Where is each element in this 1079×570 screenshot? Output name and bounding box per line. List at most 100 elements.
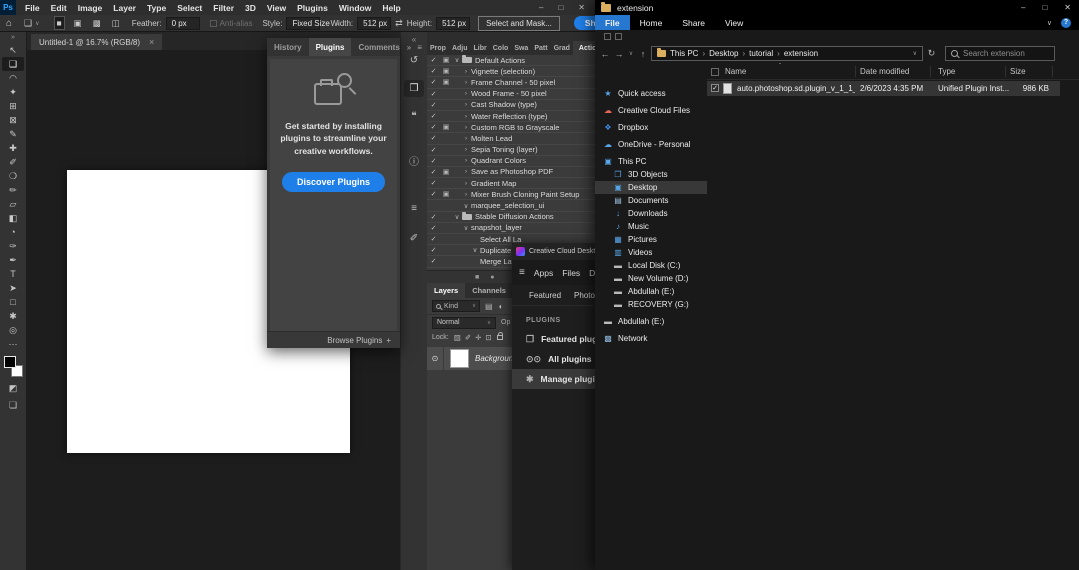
tab-layers[interactable]: Layers — [427, 283, 465, 298]
action-dialog-toggle-icon[interactable]: ▣ — [440, 168, 452, 176]
brush-tool[interactable]: ✐ — [2, 155, 24, 169]
action-row[interactable]: ✓▣›Custom RGB to Grayscale — [427, 122, 595, 133]
screen-mode-button[interactable]: ❏ — [9, 400, 17, 411]
action-caret-icon[interactable]: › — [461, 90, 471, 97]
hamburger-menu-icon[interactable]: ≡ — [519, 267, 525, 278]
action-caret-icon[interactable]: › — [461, 68, 471, 75]
tab-channels[interactable]: Channels — [465, 283, 513, 298]
menu-edit[interactable]: Edit — [51, 3, 67, 13]
action-caret-icon[interactable]: › — [461, 180, 471, 187]
maximize-button[interactable]: □ — [558, 3, 563, 12]
cc-item-all-plugins[interactable]: ⊙⊙All plugins — [512, 349, 595, 369]
action-caret-icon[interactable]: › — [461, 191, 471, 198]
ribbon-tab-home[interactable]: Home — [630, 15, 673, 30]
browse-plugins-button[interactable]: Browse Plugins + — [267, 331, 400, 348]
height-input[interactable]: 512 px — [436, 17, 470, 30]
action-checkbox-icon[interactable]: ✓ — [427, 179, 440, 187]
action-checkbox-icon[interactable]: ✓ — [427, 246, 440, 254]
color-swatches[interactable] — [4, 356, 23, 377]
action-dialog-toggle-icon[interactable]: ▣ — [440, 190, 452, 198]
action-checkbox-icon[interactable]: ✓ — [427, 90, 440, 98]
action-caret-icon[interactable]: ∨ — [452, 213, 462, 221]
properties-icon[interactable] — [604, 33, 611, 40]
action-checkbox-icon[interactable]: ✓ — [427, 213, 440, 221]
select-and-mask-button[interactable]: Select and Mask... — [478, 16, 560, 31]
menu-layer[interactable]: Layer — [113, 3, 136, 13]
properties-panel-icon[interactable]: ≡ — [404, 200, 424, 217]
action-row[interactable]: ✓›Quadrant Colors — [427, 156, 595, 167]
panel-overflow-icon[interactable]: » — [407, 43, 411, 52]
action-dialog-toggle-icon[interactable]: ▣ — [440, 78, 452, 86]
ribbon-collapse-icon[interactable]: ∨ — [1047, 19, 1052, 27]
minimize-button[interactable]: – — [1021, 3, 1025, 12]
address-bar[interactable]: This PC›Desktop›tutorial›extension ∨ — [651, 46, 923, 61]
menu-help[interactable]: Help — [382, 3, 400, 13]
comments-panel-icon[interactable]: ❝ — [404, 108, 424, 125]
rectangle-tool[interactable]: □ — [2, 295, 24, 309]
breadcrumb-item-extension[interactable]: extension — [784, 49, 818, 58]
action-caret-icon[interactable]: › — [461, 146, 471, 153]
sidebar-item-onedrive-personal[interactable]: ☁OneDrive - Personal — [595, 138, 707, 151]
lock-option-icon-0[interactable]: ▨ — [454, 333, 461, 342]
action-dialog-toggle-icon[interactable]: ▣ — [440, 123, 452, 131]
layer-filter-icon-0[interactable]: ▤ — [485, 302, 493, 311]
info-panel-icon[interactable]: ⓘ — [404, 152, 424, 169]
column-header-name[interactable]: Name — [725, 67, 746, 76]
back-button[interactable]: ← — [599, 49, 611, 59]
ribbon-tab-view[interactable]: View — [715, 15, 753, 30]
action-checkbox-icon[interactable]: ✓ — [427, 168, 440, 176]
panel-tab-grad[interactable]: Grad — [551, 41, 573, 55]
breadcrumb-item-desktop[interactable]: Desktop — [709, 49, 738, 58]
action-checkbox-icon[interactable]: ✓ — [427, 112, 440, 120]
action-checkbox-icon[interactable]: ✓ — [427, 67, 440, 75]
minimize-button[interactable]: – — [539, 3, 543, 12]
help-icon[interactable]: ? — [1061, 18, 1071, 28]
type-tool[interactable]: T — [2, 267, 24, 281]
share-button[interactable]: Share — [574, 16, 595, 30]
sidebar-item-recovery-g[interactable]: ▬RECOVERY (G:) — [595, 298, 707, 311]
panel-tab-patt[interactable]: Patt — [531, 41, 550, 55]
lock-option-icon-3[interactable]: ⊡ — [485, 333, 491, 342]
cc-tab-photos[interactable]: Photos — [574, 291, 595, 300]
eyedropper-tool[interactable]: ✎ — [2, 127, 24, 141]
action-row[interactable]: ✓∨snapshot_layer — [427, 223, 595, 234]
panel-tab-libr[interactable]: Libr — [471, 41, 490, 55]
lock-option-icon-1[interactable]: ✐ — [465, 333, 471, 342]
home-icon[interactable]: ⌂ — [6, 18, 12, 29]
action-row[interactable]: ✓▣∨Default Actions — [427, 55, 595, 66]
hand-tool[interactable]: ✱ — [2, 309, 24, 323]
new-selection-mode[interactable]: ■ — [54, 16, 65, 30]
action-row[interactable]: ✓›Sepia Toning (layer) — [427, 145, 595, 156]
cc-nav-files[interactable]: Files — [562, 268, 580, 278]
crop-tool[interactable]: ⊞ — [2, 99, 24, 113]
action-checkbox-icon[interactable]: ✓ — [427, 101, 440, 109]
menu-3d[interactable]: 3D — [245, 3, 256, 13]
sidebar-item-abdullah-e[interactable]: ▬Abdullah (E:) — [595, 315, 707, 328]
edit-toolbar-button[interactable]: ⋯ — [2, 337, 24, 351]
panel-tab-colo[interactable]: Colo — [490, 41, 512, 55]
swap-dimensions-icon[interactable]: ⇄ — [395, 18, 403, 29]
action-checkbox-icon[interactable]: ✓ — [427, 146, 440, 154]
action-checkbox-icon[interactable]: ✓ — [427, 56, 440, 64]
tool-preset-picker[interactable]: ❑ ∨ — [24, 18, 39, 29]
search-box[interactable]: Search extension — [945, 46, 1055, 61]
new-folder-icon[interactable] — [615, 33, 622, 40]
lock-option-icon-2[interactable]: ✛ — [475, 333, 481, 342]
up-button[interactable]: ↑ — [637, 49, 649, 59]
lock-icon[interactable] — [497, 335, 503, 340]
dodge-tool[interactable]: ◔ — [2, 225, 24, 239]
action-row[interactable]: ✓›Cast Shadow (type) — [427, 100, 595, 111]
sidebar-item-pictures[interactable]: ▦Pictures — [595, 233, 707, 246]
intersect-selection-mode[interactable]: ◫ — [110, 17, 122, 30]
breadcrumb-item-this-pc[interactable]: This PC — [670, 49, 698, 58]
ribbon-tab-share[interactable]: Share — [672, 15, 715, 30]
recent-locations-icon[interactable]: ∨ — [627, 50, 635, 57]
action-row[interactable]: ✓›Wood Frame - 50 pixel — [427, 89, 595, 100]
blend-mode-select[interactable]: Normal ∨ — [432, 317, 496, 329]
stop-recording-button[interactable]: ■ — [475, 274, 479, 281]
maximize-button[interactable]: □ — [1042, 3, 1047, 12]
action-checkbox-icon[interactable]: ✓ — [427, 78, 440, 86]
move-tool[interactable]: ↖ — [2, 43, 24, 57]
quick-mask-button[interactable]: ◩ — [9, 383, 18, 394]
sidebar-item-desktop[interactable]: ▣Desktop — [595, 181, 707, 194]
